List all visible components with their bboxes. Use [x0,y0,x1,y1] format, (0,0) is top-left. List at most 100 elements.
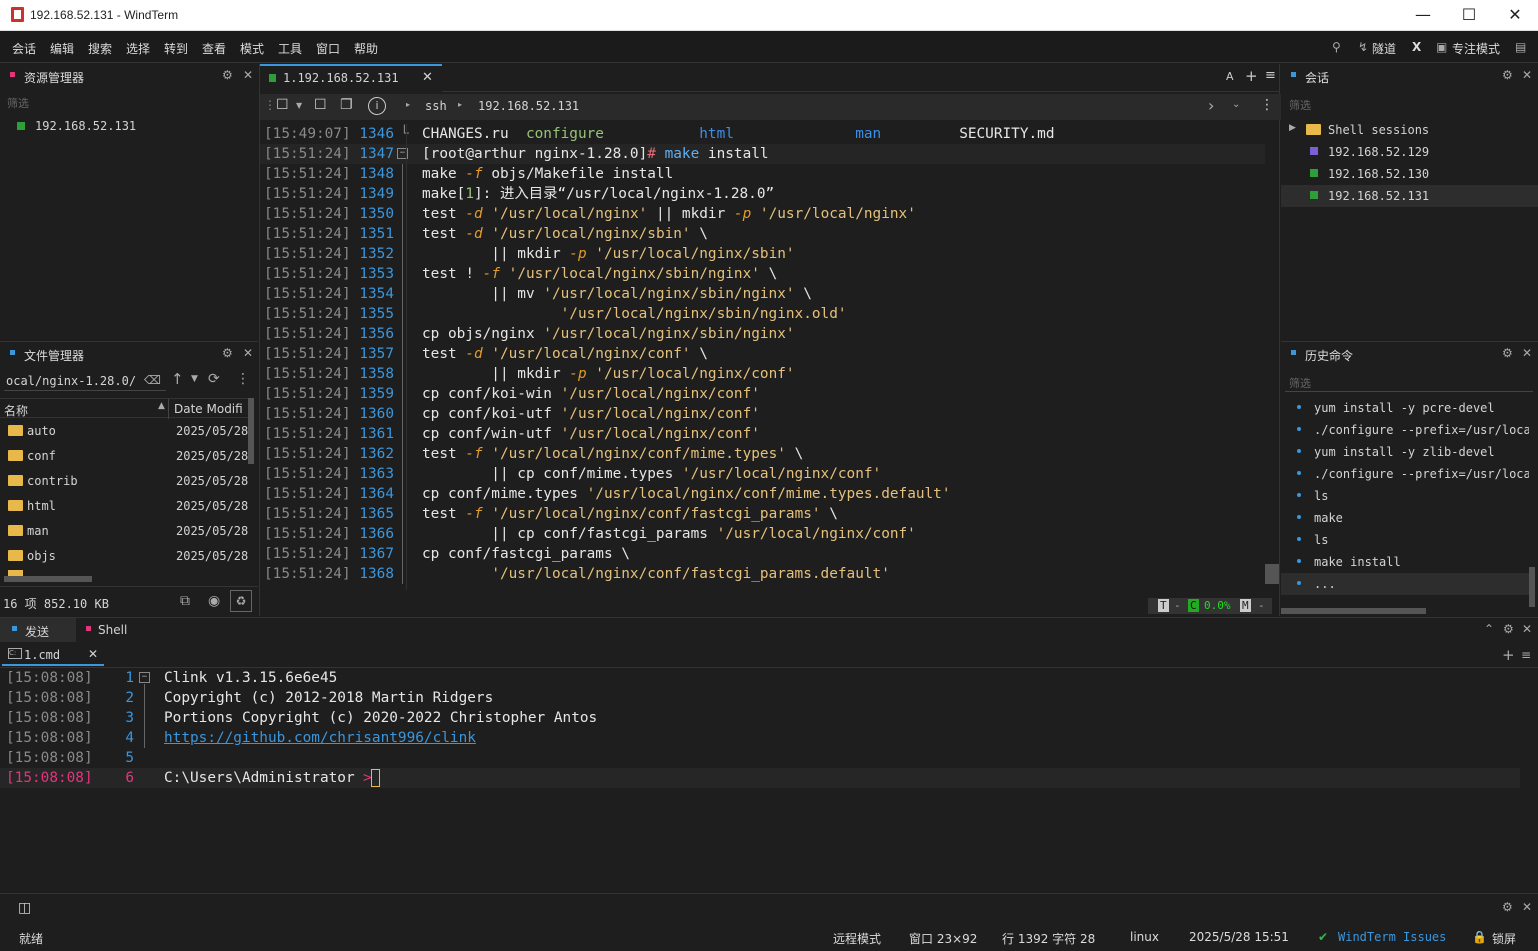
terminal-scrollbar[interactable] [1265,564,1279,584]
new-session-icon[interactable]: ☐ [276,97,289,113]
table-row[interactable]: man 2025/05/28 [0,520,248,542]
location-pin-icon[interactable]: ◉ [208,593,220,609]
gear-icon[interactable]: ⚙ [1502,68,1513,82]
history-item[interactable]: make install [1281,551,1529,573]
horizontal-scrollbar[interactable] [1281,608,1426,614]
gear-icon[interactable]: ⚙ [1502,900,1513,914]
close-icon[interactable]: ✕ [243,68,253,82]
table-row[interactable]: conf 2025/05/28 [0,445,248,467]
add-tab-icon[interactable]: + [1502,646,1515,664]
horizontal-scrollbar[interactable] [4,576,92,582]
chevron-down-icon[interactable]: ▼ [191,374,198,384]
clear-path-icon[interactable]: ⌫ [144,373,161,387]
tab-cmd[interactable]: C: 1.cmd ✕ [2,644,104,666]
status-cursor-position[interactable]: 行 1392 字符 28 [1002,930,1095,947]
terminal-output[interactable]: [15:49:07] 1346 CHANGES.ru configure html … [260,124,1265,590]
breadcrumb-ssh[interactable]: ssh [425,99,447,113]
more-vertical-icon[interactable]: ⋮ [1260,97,1274,113]
info-icon[interactable]: i [368,97,386,115]
menu-help[interactable]: 帮助 [354,40,378,57]
history-item[interactable]: ./configure --prefix=/usr/local [1281,463,1529,485]
history-item[interactable]: ls [1281,529,1529,551]
focus-mode-button[interactable]: 专注模式 [1452,40,1500,57]
open-icon[interactable]: ☐ [314,97,327,113]
vertical-scrollbar[interactable] [248,398,254,464]
history-filter-input[interactable]: 筛选 [1289,375,1311,391]
refresh-icon[interactable]: ⟳ [208,371,220,387]
tab-session-131[interactable]: 1.192.168.52.131 ✕ [260,64,442,92]
history-item[interactable]: ... [1281,573,1529,595]
m-indicator[interactable]: M [1240,599,1251,612]
font-button[interactable]: A [1226,70,1234,83]
t-indicator[interactable]: T [1158,599,1169,612]
link-text[interactable]: https://github.com/chrisant996/clink [164,728,476,748]
list-item[interactable]: 192.168.52.131 [0,116,258,138]
status-os[interactable]: linux [1130,930,1159,944]
more-vertical-icon[interactable]: ⋮ [236,371,250,387]
lock-screen-button[interactable]: 锁屏 [1492,930,1516,947]
gear-icon[interactable]: ⚙ [222,346,233,360]
close-icon[interactable]: ✕ [1522,68,1532,82]
fold-toggle-icon[interactable]: − [139,672,150,683]
status-remote-mode[interactable]: 远程模式 [833,930,881,947]
c-indicator[interactable]: C [1188,599,1199,612]
menu-select[interactable]: 选择 [126,40,150,57]
menu-edit[interactable]: 编辑 [50,40,74,57]
tab-menu-icon[interactable]: ≡ [1521,648,1531,662]
session-item[interactable]: 192.168.52.130 [1281,163,1538,185]
minimize-button[interactable]: — [1400,0,1446,31]
table-row[interactable]: contrib 2025/05/28 [0,470,248,492]
session-group[interactable]: ▶ Shell sessions [1281,119,1538,141]
session-item[interactable]: 192.168.52.129 [1281,141,1538,163]
duplicate-icon[interactable]: ❐ [340,97,353,113]
maximize-panel-icon[interactable]: ⌃ [1484,622,1494,636]
history-item[interactable]: ls [1281,485,1529,507]
chevron-right-icon[interactable]: › [1208,96,1214,115]
history-item[interactable]: ./configure --prefix=/usr/local [1281,419,1529,441]
close-tab-icon[interactable]: ✕ [88,647,98,661]
close-icon[interactable]: ✕ [1522,346,1532,360]
chevron-down-icon[interactable]: ⌄ [1232,99,1240,110]
layout-icon[interactable]: ▤ [1515,40,1526,54]
gear-icon[interactable]: ⚙ [1503,622,1514,636]
menu-view[interactable]: 查看 [202,40,226,57]
sidebar-toggle-icon[interactable]: ◫ [18,900,34,916]
add-tab-icon[interactable]: + [1245,67,1258,85]
close-icon[interactable]: ✕ [1522,900,1532,914]
path-input[interactable]: ocal/nginx-1.28.0/ ⌫ [4,371,166,391]
vertical-scrollbar[interactable] [1529,567,1535,607]
x-button[interactable]: X [1412,40,1421,54]
chevron-down-icon[interactable]: ▼ [296,101,302,110]
chevron-right-icon[interactable]: ▶ [1289,123,1296,133]
tunnel-button[interactable]: 隧道 [1372,40,1396,57]
history-item[interactable]: make [1281,507,1529,529]
table-row[interactable]: auto 2025/05/28 [0,420,248,442]
table-row[interactable]: html 2025/05/28 [0,495,248,517]
maximize-button[interactable]: ☐ [1446,0,1492,31]
sync-icon[interactable]: ♻ [230,590,252,612]
tab-send[interactable]: 发送 [0,618,76,642]
menu-window[interactable]: 窗口 [316,40,340,57]
up-arrow-icon[interactable]: ↑ [171,370,184,388]
menu-tools[interactable]: 工具 [278,40,302,57]
close-icon[interactable]: ✕ [243,346,253,360]
column-date-header[interactable]: Date Modifi [174,402,243,416]
breadcrumb-host[interactable]: 192.168.52.131 [478,99,579,113]
search-icon[interactable]: ⚲ [1332,40,1341,54]
tab-menu-icon[interactable]: ≡ [1265,68,1276,83]
session-item[interactable]: 192.168.52.131 [1281,185,1538,207]
column-name-header[interactable]: 名称 [4,402,28,419]
gear-icon[interactable]: ⚙ [222,68,233,82]
history-item[interactable]: yum install -y pcre-devel [1281,397,1529,419]
menu-search[interactable]: 搜索 [88,40,112,57]
close-tab-icon[interactable]: ✕ [422,70,433,85]
resource-filter-input[interactable]: 筛选 [7,95,29,111]
table-row[interactable]: objs 2025/05/28 [0,545,248,567]
close-window-button[interactable]: ✕ [1492,0,1538,31]
lock-icon[interactable]: 🔒 [1472,930,1487,944]
menu-session[interactable]: 会话 [12,40,36,57]
menu-goto[interactable]: 转到 [164,40,188,57]
tab-shell[interactable]: Shell [76,618,156,642]
gear-icon[interactable]: ⚙ [1502,346,1513,360]
menu-mode[interactable]: 模式 [240,40,264,57]
